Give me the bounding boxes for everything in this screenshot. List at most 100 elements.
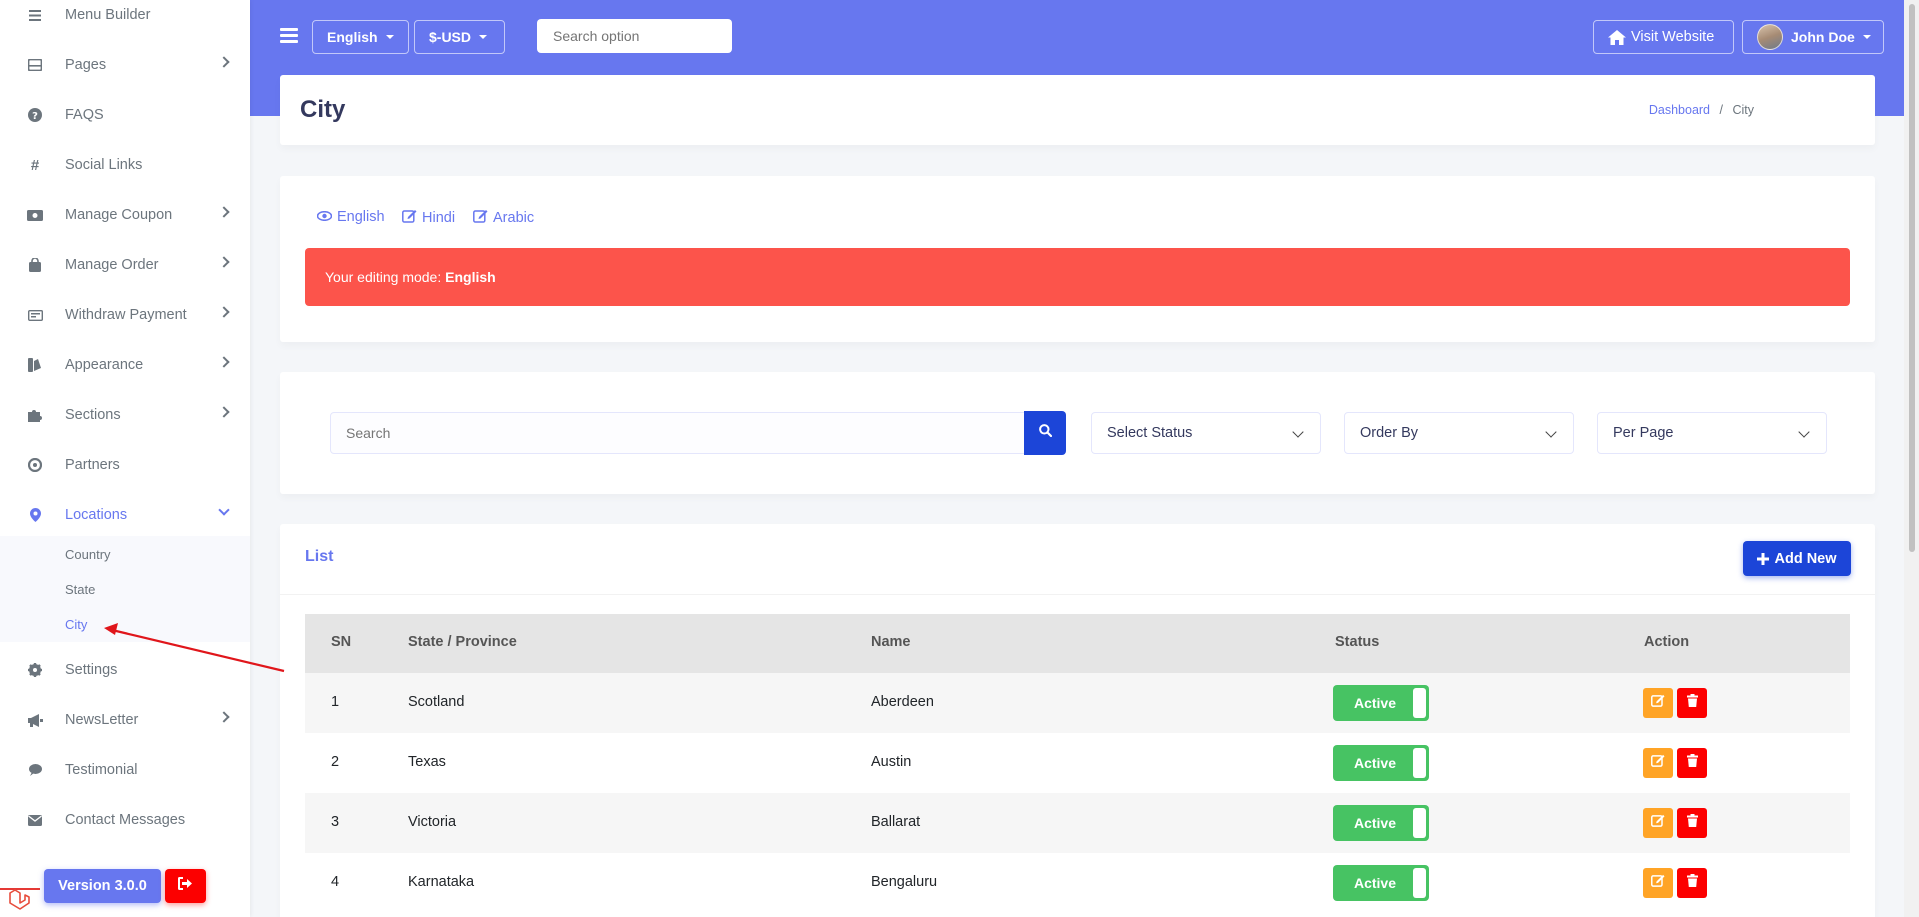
status-toggle-label: Active	[1353, 695, 1397, 711]
status-toggle[interactable]: Active	[1333, 805, 1429, 841]
lang-link-english[interactable]: English	[316, 209, 385, 225]
sidebar-item-menu-builder[interactable]: Menu Builder	[0, 0, 250, 35]
alert-text: Your editing mode:	[325, 269, 442, 285]
caret-down-icon	[1862, 35, 1871, 39]
delete-button[interactable]	[1677, 748, 1707, 778]
language-dropdown[interactable]: English	[312, 20, 409, 54]
alert-language: English	[445, 269, 496, 285]
per-page-select[interactable]: Per Page	[1597, 412, 1827, 454]
sidebar-item-locations[interactable]: Locations	[0, 495, 250, 535]
edit-button[interactable]	[1643, 868, 1673, 898]
breadcrumb-dashboard-link[interactable]: Dashboard	[1649, 103, 1710, 117]
sidebar-item-label: Contact Messages	[65, 812, 186, 828]
delete-button[interactable]	[1677, 688, 1707, 718]
sidebar-item-sections[interactable]: Sections	[0, 395, 250, 435]
sidebar-item-pages[interactable]: Pages	[0, 45, 250, 85]
search-input[interactable]	[330, 412, 1025, 454]
toggle-knob	[1413, 808, 1426, 838]
delete-button[interactable]	[1677, 868, 1707, 898]
sidebar-item-label: Settings	[65, 662, 118, 678]
scrollbar-thumb[interactable]	[1909, 4, 1915, 552]
sidebar-item-faqs[interactable]: ? FAQS	[0, 95, 250, 135]
edit-button[interactable]	[1643, 808, 1673, 838]
pages-icon	[27, 57, 43, 73]
cell-state: Karnataka	[408, 874, 475, 890]
cell-name: Aberdeen	[871, 694, 934, 710]
status-toggle[interactable]: Active	[1333, 685, 1429, 721]
status-toggle-label: Active	[1353, 755, 1397, 771]
currency-label: $-USD	[429, 29, 472, 45]
cell-sn: 3	[331, 814, 340, 830]
search-option-input[interactable]	[537, 19, 732, 53]
sidebar-item-settings[interactable]: Settings	[0, 650, 250, 690]
status-toggle[interactable]: Active	[1333, 745, 1429, 781]
sidebar-subitem-state[interactable]: State	[65, 582, 95, 597]
version-button[interactable]: Version 3.0.0	[44, 869, 161, 903]
column-header-name: Name	[871, 634, 911, 650]
question-circle-icon: ?	[27, 107, 43, 123]
add-new-button[interactable]: Add New	[1743, 541, 1851, 576]
locations-submenu: Country State City	[0, 536, 250, 642]
sidebar-item-manage-coupon[interactable]: Manage Coupon	[0, 195, 250, 235]
sidebar-item-testimonial[interactable]: Testimonial	[0, 750, 250, 790]
edit-icon	[1651, 754, 1665, 772]
visit-website-button[interactable]: Visit Website	[1593, 20, 1734, 54]
divider	[280, 594, 1875, 595]
laravel-icon	[8, 889, 30, 911]
sidebar-item-withdraw-payment[interactable]: Withdraw Payment	[0, 295, 250, 335]
order-by-select[interactable]: Order By	[1344, 412, 1574, 454]
lang-link-arabic[interactable]: Arabic	[473, 209, 534, 227]
edit-button[interactable]	[1643, 688, 1673, 718]
sidebar-subitem-country[interactable]: Country	[65, 547, 111, 562]
toggle-knob	[1413, 748, 1426, 778]
sidebar: Menu Builder Pages ? FAQS # Social Links…	[0, 0, 250, 917]
lang-link-label: Hindi	[422, 210, 456, 226]
cell-name: Bengaluru	[871, 874, 938, 890]
edit-button[interactable]	[1643, 748, 1673, 778]
sidebar-item-label: Appearance	[65, 357, 144, 373]
sidebar-item-newsletter[interactable]: NewsLetter	[0, 700, 250, 740]
sidebar-item-partners[interactable]: Partners	[0, 445, 250, 485]
breadcrumb-separator: /	[1719, 103, 1723, 117]
trash-icon	[1686, 694, 1698, 712]
user-dropdown[interactable]: John Doe	[1742, 20, 1884, 54]
cell-name: Austin	[871, 754, 912, 770]
cell-sn: 2	[331, 754, 340, 770]
sidebar-subitem-city[interactable]: City	[65, 617, 87, 632]
logout-button[interactable]	[165, 869, 206, 903]
chevron-down-icon	[1798, 426, 1810, 438]
svg-text:?: ?	[32, 111, 38, 122]
sidebar-item-label: Partners	[65, 457, 120, 473]
list-title: List	[305, 548, 334, 565]
comment-icon	[27, 762, 43, 778]
breadcrumb: Dashboard / City	[1649, 103, 1754, 117]
trash-icon	[1686, 874, 1698, 892]
home-icon	[1608, 29, 1626, 45]
currency-dropdown[interactable]: $-USD	[414, 20, 505, 54]
plus-icon	[1757, 552, 1770, 565]
search-button[interactable]	[1024, 411, 1066, 455]
sidebar-item-social-links[interactable]: # Social Links	[0, 145, 250, 185]
bullhorn-icon	[27, 712, 43, 728]
editing-mode-alert: Your editing mode: English	[305, 248, 1850, 306]
hamburger-menu-icon[interactable]	[280, 28, 298, 43]
page-header-card	[280, 75, 1875, 145]
status-toggle-label: Active	[1353, 875, 1397, 891]
hash-icon: #	[30, 156, 40, 174]
table-row: 4 Karnataka Bengaluru Active	[305, 853, 1850, 913]
chevron-right-icon	[218, 56, 230, 68]
envelope-icon	[27, 812, 43, 828]
sidebar-item-appearance[interactable]: Appearance	[0, 345, 250, 385]
sidebar-item-contact-messages[interactable]: Contact Messages	[0, 800, 250, 840]
add-new-label: Add New	[1774, 550, 1837, 567]
status-toggle[interactable]: Active	[1333, 865, 1429, 901]
status-select[interactable]: Select Status	[1091, 412, 1321, 454]
lang-link-hindi[interactable]: Hindi	[402, 209, 455, 227]
delete-button[interactable]	[1677, 808, 1707, 838]
toggle-knob	[1413, 688, 1426, 718]
sidebar-item-label: Manage Order	[65, 257, 159, 273]
table-row: 3 Victoria Ballarat Active	[305, 793, 1850, 853]
sidebar-item-label: Pages	[65, 57, 107, 73]
search-icon	[1038, 424, 1052, 442]
sidebar-item-manage-order[interactable]: Manage Order	[0, 245, 250, 285]
